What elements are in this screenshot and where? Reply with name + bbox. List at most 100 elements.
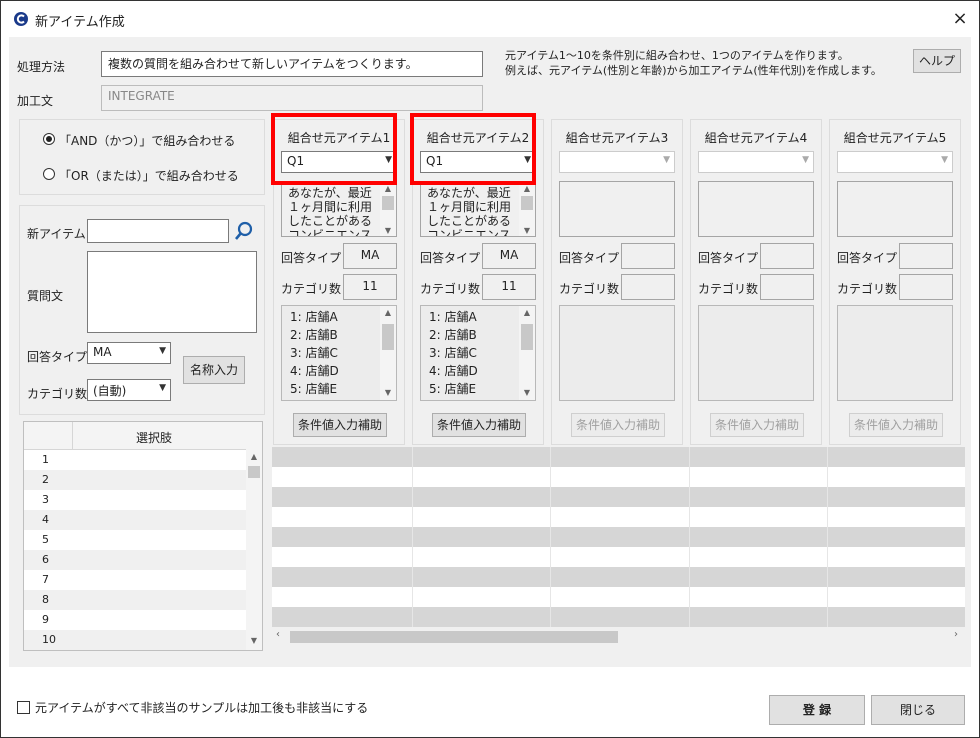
new-item-label: 新アイテム	[27, 227, 86, 241]
category-list-item[interactable]: 2: 店舗B	[421, 326, 535, 344]
source-category-list[interactable]	[559, 305, 675, 401]
condition-assist-button[interactable]: 条件値入力補助	[571, 413, 665, 437]
source-item-question	[698, 181, 814, 237]
category-list-item[interactable]: 5: 店舗E	[421, 380, 535, 398]
choices-scrollbar[interactable]: ▲ ▼	[246, 422, 262, 650]
source-item-select[interactable]: ▼	[559, 151, 675, 173]
category-list-item[interactable]: 1: 店舗A	[282, 308, 396, 326]
source-category-list[interactable]: 1: 店舗A 2: 店舗B 3: 店舗C 4: 店舗D 5: 店舗E ▲ ▼	[420, 305, 536, 401]
chevron-down-icon: ▼	[941, 155, 948, 165]
choices-grid-header: 選択肢	[24, 422, 248, 450]
conditions-hscrollbar[interactable]: ‹ ›	[272, 627, 965, 647]
scroll-left-icon[interactable]: ‹	[276, 629, 280, 640]
question-field[interactable]	[87, 251, 257, 333]
category-list-item[interactable]: 3: 店舗C	[282, 344, 396, 362]
scroll-down-icon[interactable]: ▼	[380, 224, 396, 236]
choice-row[interactable]: 7	[24, 570, 248, 590]
choice-row[interactable]: 9	[24, 610, 248, 630]
highlight-box	[271, 113, 397, 185]
scroll-thumb[interactable]	[382, 324, 394, 350]
choice-row[interactable]: 2	[24, 470, 248, 490]
answer-type-label: 回答タイプ	[27, 350, 88, 364]
nonapplicable-checkbox[interactable]	[17, 701, 30, 714]
and-radio-label[interactable]: 「AND（かつ）」で組み合わせる	[59, 132, 235, 149]
condition-assist-button[interactable]: 条件値入力補助	[710, 413, 804, 437]
scroll-up-icon[interactable]: ▲	[380, 306, 396, 320]
method-description-line2: 例えば、元アイテム(性別と年齢)から加工アイテム(性年代別)を作成します。	[505, 64, 882, 77]
new-item-field[interactable]	[87, 219, 229, 243]
category-count-label: カテゴリ数	[27, 387, 88, 401]
choice-row[interactable]: 5	[24, 530, 248, 550]
conditions-grid[interactable]: ‹ ›	[272, 447, 965, 647]
category-count-select[interactable]: (自動) ▼	[87, 379, 171, 401]
scroll-thumb[interactable]	[521, 196, 533, 210]
source-item-title: 組合せ元アイテム5	[843, 131, 947, 145]
process-text-field[interactable]: INTEGRATE	[101, 85, 483, 111]
method-description-line1: 元アイテム1～10を条件別に組み合わせ、1つのアイテムを作ります。	[505, 49, 849, 62]
category-list-item[interactable]: 2: 店舗B	[282, 326, 396, 344]
answer-type-select[interactable]: MA ▼	[87, 342, 171, 364]
choice-row[interactable]: 1	[24, 450, 248, 470]
source-item-select[interactable]: ▼	[837, 151, 953, 173]
category-list-item[interactable]: 5: 店舗E	[282, 380, 396, 398]
or-radio-label[interactable]: 「OR（または）」で組み合わせる	[59, 167, 239, 184]
scroll-thumb[interactable]	[248, 466, 260, 478]
category-list-item[interactable]: 1: 店舗A	[421, 308, 535, 326]
source-category-count-label: カテゴリ数	[281, 282, 342, 296]
register-button[interactable]: 登 録	[769, 695, 865, 725]
choice-row[interactable]: 3	[24, 490, 248, 510]
source-category-count-value: 11	[482, 274, 536, 300]
question-scrollbar[interactable]: ▲ ▼	[519, 182, 535, 236]
chevron-down-icon: ▼	[159, 383, 166, 393]
choice-row[interactable]: 6	[24, 550, 248, 570]
scroll-down-icon[interactable]: ▼	[519, 224, 535, 236]
source-answer-type-label: 回答タイプ	[559, 251, 620, 265]
or-radio[interactable]	[43, 168, 55, 180]
search-icon[interactable]	[233, 220, 255, 242]
method-field[interactable]: 複数の質問を組み合わせて新しいアイテムをつくります。	[101, 51, 483, 77]
scroll-up-icon[interactable]: ▲	[519, 306, 535, 320]
category-list-item[interactable]: 4: 店舗D	[282, 362, 396, 380]
source-item-select[interactable]: ▼	[698, 151, 814, 173]
source-category-list[interactable]	[698, 305, 814, 401]
chevron-down-icon: ▼	[663, 155, 670, 165]
nonapplicable-checkbox-label[interactable]: 元アイテムがすべて非該当のサンプルは加工後も非該当にする	[35, 699, 368, 716]
source-item-question: あなたが、最近１ヶ月間に利用したことがあるコンビニエンスストアをすべてお知らせく…	[281, 181, 397, 237]
question-scrollbar[interactable]: ▲ ▼	[380, 182, 396, 236]
scroll-right-icon[interactable]: ›	[954, 629, 958, 640]
and-radio[interactable]	[43, 133, 55, 145]
close-button[interactable]: 閉じる	[871, 695, 965, 725]
title-bar: 新アイテム作成 ×	[1, 1, 979, 37]
help-button[interactable]: ヘルプ	[913, 49, 961, 73]
source-answer-type-value: MA	[343, 243, 397, 269]
scroll-down-icon[interactable]: ▼	[519, 386, 535, 400]
source-item-question-text: あなたが、最近１ヶ月間に利用したことがあるコンビニエンスストアをすべてお知らせく…	[288, 186, 373, 237]
scroll-down-icon[interactable]: ▼	[380, 386, 396, 400]
scroll-up-icon[interactable]: ▲	[246, 450, 262, 464]
category-list-item[interactable]: 3: 店舗C	[421, 344, 535, 362]
choice-row[interactable]: 10	[24, 630, 248, 650]
choice-row[interactable]: 4	[24, 510, 248, 530]
source-item-title: 組合せ元アイテム4	[704, 131, 808, 145]
category-list-item[interactable]: 4: 店舗D	[421, 362, 535, 380]
scroll-thumb[interactable]	[521, 324, 533, 350]
scroll-down-icon[interactable]: ▼	[246, 634, 262, 648]
source-answer-type-label: 回答タイプ	[698, 251, 759, 265]
condition-assist-button[interactable]: 条件値入力補助	[849, 413, 943, 437]
condition-assist-button[interactable]: 条件値入力補助	[293, 413, 387, 437]
app-icon	[14, 12, 28, 26]
choice-row[interactable]: 8	[24, 590, 248, 610]
source-category-list[interactable]: 1: 店舗A 2: 店舗B 3: 店舗C 4: 店舗D 5: 店舗E ▲ ▼	[281, 305, 397, 401]
category-scrollbar[interactable]: ▲ ▼	[380, 306, 396, 400]
source-category-count-value	[621, 274, 675, 300]
hscroll-thumb[interactable]	[290, 631, 618, 643]
source-category-list[interactable]	[837, 305, 953, 401]
condition-assist-button[interactable]: 条件値入力補助	[432, 413, 526, 437]
close-icon[interactable]: ×	[947, 7, 973, 31]
category-scrollbar[interactable]: ▲ ▼	[519, 306, 535, 400]
source-item-title: 組合せ元アイテム3	[565, 131, 669, 145]
choices-grid[interactable]: 選択肢 1 2 3 4 5 6 7 8 9 10 ▲ ▼	[23, 421, 263, 651]
name-input-button[interactable]: 名称入力	[183, 356, 245, 384]
scroll-thumb[interactable]	[382, 196, 394, 210]
source-category-count-label: カテゴリ数	[559, 282, 620, 296]
